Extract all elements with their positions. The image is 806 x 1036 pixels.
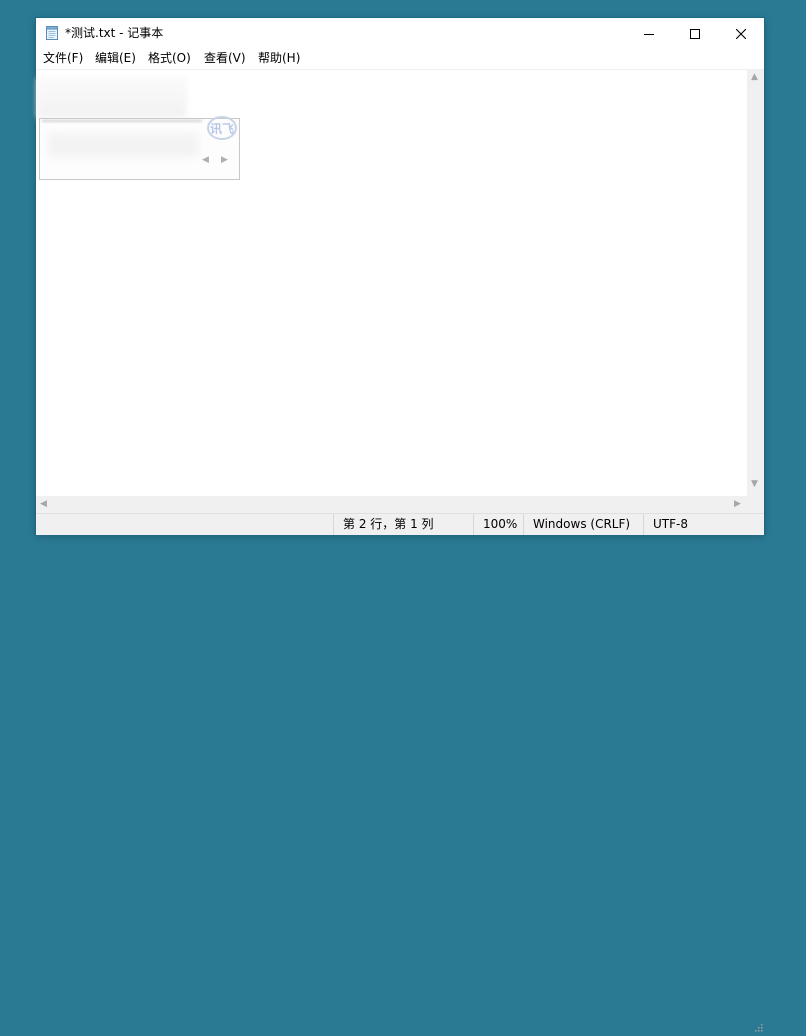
close-button[interactable]: [718, 18, 764, 48]
notepad-icon: [44, 25, 60, 41]
minimize-button[interactable]: [626, 18, 672, 48]
maximize-icon: [690, 24, 700, 43]
menu-format[interactable]: 格式(O): [148, 48, 191, 68]
scroll-right-icon[interactable]: ▶: [734, 499, 741, 509]
vertical-scrollbar[interactable]: ▲ ▼: [747, 69, 764, 496]
status-bar: 第 2 行，第 1 列 100% Windows (CRLF) UTF-8: [36, 513, 764, 1032]
ime-composition-blur: [37, 78, 187, 118]
scroll-down-icon[interactable]: ▼: [751, 479, 758, 489]
scroll-up-icon[interactable]: ▲: [751, 72, 758, 82]
ime-underline: [42, 120, 202, 122]
status-cursor-position: 第 2 行，第 1 列: [333, 514, 473, 535]
maximize-button[interactable]: [672, 18, 718, 48]
status-line-ending: Windows (CRLF): [523, 514, 643, 535]
ime-logo-icon: 讯飞: [207, 116, 237, 140]
close-icon: [735, 24, 747, 43]
scrollbar-corner: [747, 496, 764, 513]
scroll-left-icon[interactable]: ◀: [40, 499, 47, 509]
ime-next-page-icon[interactable]: ▶: [221, 155, 228, 165]
minimize-icon: [644, 24, 654, 43]
menu-help[interactable]: 帮助(H): [258, 48, 300, 68]
title-bar[interactable]: *测试.txt - 记事本: [36, 18, 764, 48]
status-encoding: UTF-8: [643, 514, 753, 535]
ime-logo-text: 讯飞: [209, 122, 234, 136]
notepad-window: *测试.txt - 记事本 文件(F) 编辑(E) 格式(O) 查看(V) 帮助…: [36, 18, 764, 1032]
window-title: *测试.txt - 记事本: [65, 26, 164, 40]
menu-bar: 文件(F) 编辑(E) 格式(O) 查看(V) 帮助(H): [36, 48, 764, 68]
status-zoom: 100%: [473, 514, 523, 535]
ime-candidate-popup[interactable]: 讯飞 ◀ ▶: [39, 116, 240, 180]
resize-grip-icon[interactable]: [754, 1017, 763, 1032]
ime-candidate-list[interactable]: [48, 133, 198, 157]
ime-prev-page-icon[interactable]: ◀: [202, 155, 209, 165]
menu-view[interactable]: 查看(V): [204, 48, 246, 68]
horizontal-scrollbar[interactable]: ◀ ▶: [36, 496, 747, 513]
menu-file[interactable]: 文件(F): [43, 48, 83, 68]
menu-edit[interactable]: 编辑(E): [95, 48, 136, 68]
